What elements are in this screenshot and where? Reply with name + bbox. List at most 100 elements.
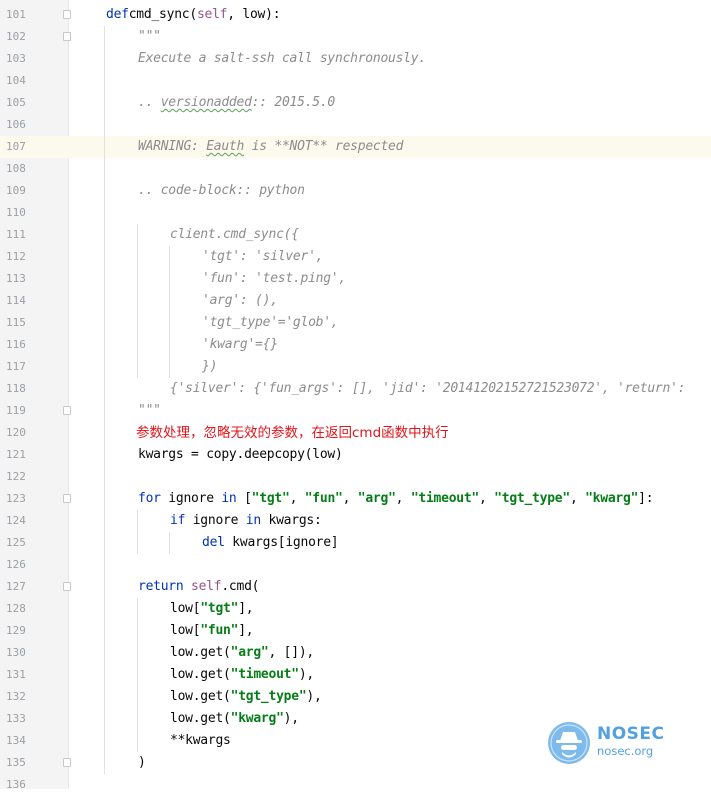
code-line[interactable]: 112 'tgt': 'silver', — [0, 246, 711, 268]
line-number: 119 — [6, 404, 26, 417]
code-line[interactable]: 121 kwargs = copy.deepcopy(low) — [0, 444, 711, 466]
code-line[interactable]: 131 low.get("timeout"), — [0, 664, 711, 686]
line-number: 120 — [6, 426, 26, 439]
code-text: low["tgt"], — [170, 601, 254, 616]
line-number: 117 — [6, 360, 26, 373]
line-number: 130 — [6, 646, 26, 659]
nosec-watermark: NOSEC nosec.org — [547, 720, 667, 768]
code-line[interactable]: 109 .. code-block:: python — [0, 180, 711, 202]
code-text: del kwargs[ignore] — [202, 535, 339, 550]
code-text: return self.cmd( — [138, 579, 260, 594]
code-line[interactable]: 111 client.cmd_sync({ — [0, 224, 711, 246]
line-number: 122 — [6, 470, 26, 483]
fold-marker-icon[interactable] — [63, 494, 71, 503]
line-number: 121 — [6, 448, 26, 461]
line-number: 106 — [6, 118, 26, 131]
code-line[interactable]: 113 'fun': 'test.ping', — [0, 268, 711, 290]
code-text: """ — [138, 29, 161, 44]
code-line[interactable]: 122 — [0, 466, 711, 488]
code-text: 'tgt_type'='glob', — [202, 315, 339, 330]
code-line[interactable]: 132 low.get("tgt_type"), — [0, 686, 711, 708]
code-line[interactable]: 105 .. versionadded:: 2015.5.0 — [0, 92, 711, 114]
line-number: 103 — [6, 52, 26, 65]
code-text: for ignore in ["tgt", "fun", "arg", "tim… — [138, 491, 654, 506]
code-text: **kwargs — [170, 733, 231, 748]
line-number: 112 — [6, 250, 26, 263]
code-line[interactable]: 116 'kwarg'={} — [0, 334, 711, 356]
line-number: 101 — [6, 8, 26, 21]
code-line[interactable]: 136 — [0, 774, 711, 796]
spy-hat-icon — [548, 722, 590, 764]
line-number: 131 — [6, 668, 26, 681]
code-line[interactable]: 127 return self.cmd( — [0, 576, 711, 598]
code-text: low.get("timeout"), — [170, 667, 314, 682]
indent-guide — [137, 224, 138, 378]
code-line[interactable]: 125 del kwargs[ignore] — [0, 532, 711, 554]
code-line[interactable]: 130 low.get("arg", []), — [0, 642, 711, 664]
code-text: Execute a salt-ssh call synchronously. — [138, 51, 426, 66]
line-number: 109 — [6, 184, 26, 197]
code-text: kwargs = copy.deepcopy(low) — [138, 447, 343, 462]
code-text: low.get("kwarg"), — [170, 711, 299, 726]
code-text: if ignore in kwargs: — [170, 513, 322, 528]
line-number: 129 — [6, 624, 26, 637]
code-text: .. versionadded:: 2015.5.0 — [138, 95, 335, 110]
code-text: }) — [202, 359, 218, 374]
code-line[interactable]: 123 for ignore in ["tgt", "fun", "arg", "… — [0, 488, 711, 510]
code-text: """ — [138, 403, 161, 418]
line-number: 113 — [6, 272, 26, 285]
code-text: low["fun"], — [170, 623, 254, 638]
line-number: 102 — [6, 30, 26, 43]
code-text: 'tgt': 'silver', — [202, 249, 324, 264]
code-text: defcmd_sync(self, low): — [106, 7, 281, 22]
indent-guide — [104, 26, 105, 774]
fold-marker-icon[interactable] — [63, 406, 71, 415]
line-number: 136 — [6, 778, 26, 791]
line-number: 127 — [6, 580, 26, 593]
code-line[interactable]: 124 if ignore in kwargs: — [0, 510, 711, 532]
line-number: 104 — [6, 74, 26, 87]
code-line[interactable]: 110 — [0, 202, 711, 224]
fold-marker-icon[interactable] — [63, 32, 71, 41]
line-number: 116 — [6, 338, 26, 351]
line-number: 114 — [6, 294, 26, 307]
code-line[interactable]: 126 — [0, 554, 711, 576]
line-number: 107 — [6, 140, 26, 153]
code-line[interactable]: 101 defcmd_sync(self, low): — [0, 4, 711, 26]
code-text: {'silver': {'fun_args': [], 'jid': '2014… — [170, 381, 686, 396]
code-line[interactable]: 104 — [0, 70, 711, 92]
fold-marker-icon[interactable] — [63, 10, 71, 19]
code-line[interactable]: 106 — [0, 114, 711, 136]
line-number: 132 — [6, 690, 26, 703]
indent-guide — [137, 510, 138, 554]
line-number: 125 — [6, 536, 26, 549]
code-line[interactable]: 115 'tgt_type'='glob', — [0, 312, 711, 334]
line-number: 126 — [6, 558, 26, 571]
line-number: 108 — [6, 162, 26, 175]
code-text: ) — [138, 755, 146, 770]
code-line[interactable]: 118 {'silver': {'fun_args': [], 'jid': '2… — [0, 378, 711, 400]
code-line[interactable]: 108 — [0, 158, 711, 180]
fold-marker-icon[interactable] — [63, 758, 71, 767]
red-annotation-comment: 参数处理，忽略无效的参数，在返回cmd函数中执行 — [136, 425, 449, 441]
code-line[interactable]: 107 WARNING: Eauth is **NOT** respected — [0, 136, 711, 158]
code-text: 'fun': 'test.ping', — [202, 271, 346, 286]
code-line[interactable]: 128 low["tgt"], — [0, 598, 711, 620]
code-line[interactable]: 103 Execute a salt-ssh call synchronously… — [0, 48, 711, 70]
code-text: .. code-block:: python — [138, 183, 305, 198]
code-line[interactable]: 117}) — [0, 356, 711, 378]
code-text: 'kwarg'={} — [202, 337, 278, 352]
indent-guide — [169, 246, 170, 378]
line-number: 128 — [6, 602, 26, 615]
line-number: 105 — [6, 96, 26, 109]
watermark-brand: NOSEC — [597, 724, 665, 744]
fold-marker-icon[interactable] — [63, 582, 71, 591]
code-line[interactable]: 119 """ — [0, 400, 711, 422]
line-number: 135 — [6, 756, 26, 769]
code-line[interactable]: 114 'arg': (), — [0, 290, 711, 312]
code-line[interactable]: 102 """ — [0, 26, 711, 48]
code-line[interactable]: 129 low["fun"], — [0, 620, 711, 642]
indent-guide — [169, 532, 170, 554]
line-number: 111 — [6, 228, 26, 241]
code-editor[interactable]: 101 defcmd_sync(self, low): 102 """ 103 Execu… — [0, 0, 711, 791]
